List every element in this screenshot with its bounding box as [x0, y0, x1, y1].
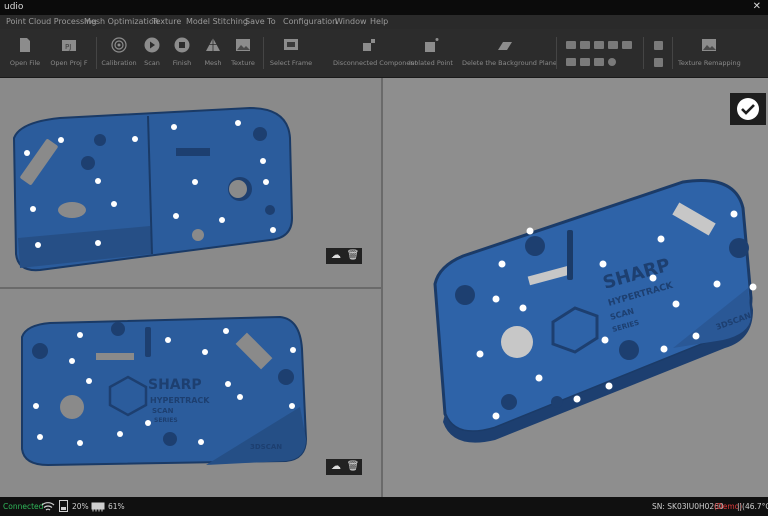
main-scan-model[interactable]: SHARP HYPERTRACK SCAN SERIES 3DSCAN: [383, 78, 768, 497]
window-title: udio: [4, 2, 24, 12]
scan-model-1[interactable]: [0, 78, 381, 287]
texture-button[interactable]: Texture: [218, 29, 268, 77]
open-file-label: Open File: [9, 59, 41, 67]
disconnected-component-button[interactable]: Disconnected Component: [333, 29, 418, 77]
user-icon[interactable]: [654, 41, 663, 50]
menu-help[interactable]: Help: [370, 17, 388, 26]
texture-remapping-icon: [702, 39, 716, 51]
toolbar: Open File PJ Open Proj F Calibration Sca…: [0, 29, 768, 78]
delete-background-plane-button[interactable]: Delete the Background Plane: [462, 29, 557, 77]
check-icon: [737, 98, 759, 120]
texture-icon: [236, 39, 250, 51]
wifi-icon: [41, 500, 55, 514]
storage-icon: [59, 500, 68, 514]
select-frame-label: Select Frame: [269, 59, 313, 67]
scan-model-2[interactable]: SHARP HYPERTRACK SCAN SERIES 3DSCAN: [0, 289, 381, 497]
svg-text:SERIES: SERIES: [154, 417, 178, 424]
view-mode-icon[interactable]: [594, 58, 604, 66]
menu-model-stitching[interactable]: Model Stitching: [186, 17, 248, 26]
menu-save-to[interactable]: Save To: [245, 17, 276, 26]
delete-background-plane-icon: [498, 42, 512, 50]
connection-status: Connected: [3, 502, 44, 511]
texture-label: Texture: [231, 59, 255, 67]
title-bar: udio ✕: [0, 0, 768, 15]
texture-remapping-button[interactable]: Texture Remapping: [678, 29, 741, 77]
scan-actions: ☁ 🗑: [326, 459, 362, 475]
view-mode-icon[interactable]: [608, 41, 618, 49]
svg-text:PJ: PJ: [65, 43, 71, 51]
cloud-icon[interactable]: ☁: [329, 461, 343, 473]
menu-point-cloud-processing[interactable]: Point Cloud Processing: [6, 17, 97, 26]
storage-percent: 20%: [72, 502, 89, 511]
menu-configuration[interactable]: Configuration: [283, 17, 337, 26]
confirm-button[interactable]: [730, 93, 766, 125]
scan-viewport-2[interactable]: SHARP HYPERTRACK SCAN SERIES 3DSCAN ☁ 🗑: [0, 289, 381, 497]
cloud-icon[interactable]: ☁: [329, 250, 343, 262]
isolated-point-button[interactable]: Isolated Point: [406, 29, 456, 77]
isolated-point-label: Isolated Point: [409, 59, 453, 67]
trash-icon[interactable]: 🗑: [346, 250, 360, 262]
menu-window[interactable]: Window: [335, 17, 367, 26]
memory-icon: [91, 500, 105, 514]
scan-actions: ☁ 🗑: [326, 248, 362, 264]
toolbar-separator: [672, 37, 673, 69]
open-file-button[interactable]: Open File: [0, 29, 50, 77]
view-mode-icon[interactable]: [580, 58, 590, 66]
disconnected-component-label: Disconnected Component: [333, 59, 418, 67]
main-3d-viewport[interactable]: SHARP HYPERTRACK SCAN SERIES 3DSCAN: [383, 78, 768, 497]
svg-text:SHARP: SHARP: [148, 377, 202, 393]
toolbar-separator: [556, 37, 557, 69]
view-mode-icon[interactable]: [608, 58, 616, 66]
calibration-icon: [111, 37, 127, 53]
menu-mesh-optimization[interactable]: Mesh Optimization: [84, 17, 159, 26]
disconnected-component-icon: [363, 39, 375, 51]
svg-text:3DSCAN: 3DSCAN: [250, 443, 282, 451]
device-temperature: ||(46.7°C): [737, 502, 768, 511]
delete-background-plane-label: Delete the Background Plane: [462, 59, 557, 67]
scan-viewport-1[interactable]: ☁ 🗑: [0, 78, 381, 287]
isolated-point-icon: [425, 38, 439, 52]
user-icon[interactable]: [654, 58, 663, 67]
svg-text:SCAN: SCAN: [152, 407, 174, 415]
open-project-label: Open Proj F: [50, 59, 88, 67]
serial-number: SN: SK03IU0H0260: [652, 502, 724, 511]
open-project-icon: PJ: [62, 40, 76, 51]
view-mode-icon[interactable]: [622, 41, 632, 49]
menu-texture[interactable]: Texture: [152, 17, 181, 26]
trash-icon[interactable]: 🗑: [346, 461, 360, 473]
open-project-button[interactable]: PJ Open Proj F: [44, 29, 94, 77]
open-file-icon: [20, 38, 30, 52]
memory-percent: 61%: [108, 502, 125, 511]
status-bar: Connected 20% 61% SN: SK03IU0H0260 (Demo…: [0, 497, 768, 516]
close-icon[interactable]: ✕: [753, 1, 761, 12]
menu-bar: Point Cloud Processing Mesh Optimization…: [0, 15, 768, 29]
select-frame-icon: [284, 39, 298, 50]
view-mode-icon[interactable]: [594, 41, 604, 49]
view-mode-icon[interactable]: [566, 41, 576, 49]
toolbar-separator: [263, 37, 264, 69]
view-mode-icon[interactable]: [566, 58, 576, 66]
texture-remapping-label: Texture Remapping: [678, 59, 741, 67]
view-mode-icon[interactable]: [580, 41, 590, 49]
toolbar-separator: [643, 37, 644, 69]
select-frame-button[interactable]: Select Frame: [266, 29, 316, 77]
svg-text:HYPERTRACK: HYPERTRACK: [150, 396, 210, 405]
